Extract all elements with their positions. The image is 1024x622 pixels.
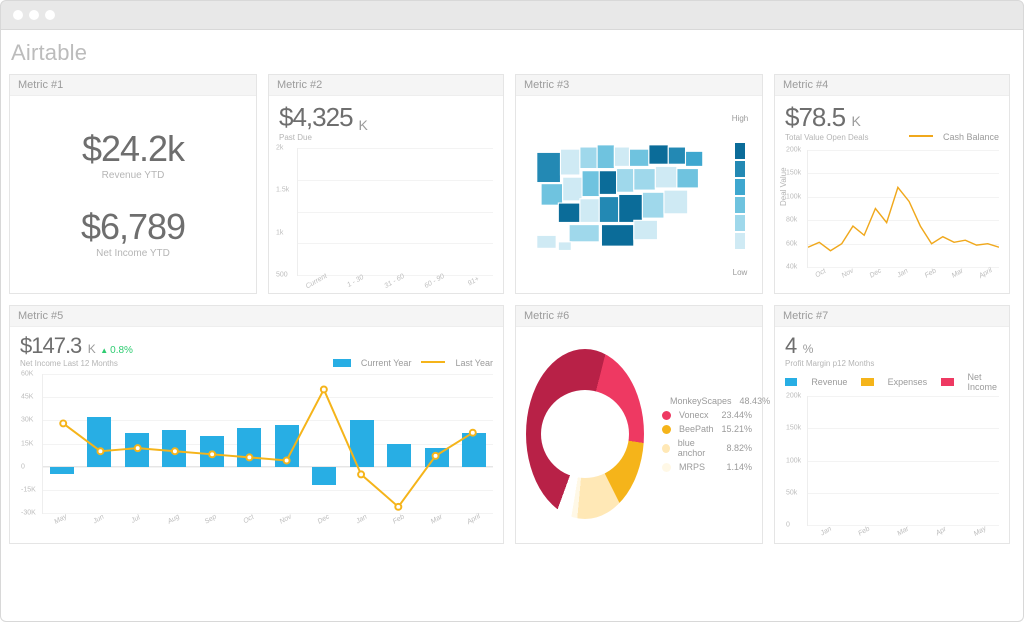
card-title: Metric #4	[775, 75, 1009, 96]
metric5-combo-chart: 60K45K30K15K0-15K-30K	[42, 374, 493, 514]
metric7-value: 4	[785, 333, 796, 358]
metric1-netincome-value: $6,789	[81, 206, 185, 248]
metric2-unit: K	[359, 117, 368, 133]
metric7-stacked-chart: 200k150k100k50k0	[807, 396, 999, 526]
traffic-light-min[interactable]	[29, 10, 39, 20]
metric5-delta: 0.8%	[100, 345, 133, 356]
card-title: Metric #7	[775, 306, 1009, 327]
card-title: Metric #2	[269, 75, 503, 96]
card-title: Metric #3	[516, 75, 762, 96]
us-map	[526, 106, 720, 285]
metric6-donut-chart	[526, 349, 644, 519]
card-metric2: Metric #2 $4,325 K Past Due 2k1.5k1k500 …	[268, 74, 504, 294]
metric5-sub: Net Income Last 12 Months	[20, 359, 133, 368]
card-metric3: Metric #3 High Low	[515, 74, 763, 294]
metric4-sub: Total Value Open Deals	[785, 133, 868, 142]
card-metric7: Metric #7 4 % Profit Margin p12 Months R…	[774, 305, 1010, 544]
window-chrome	[0, 0, 1024, 30]
metric1-revenue-label: Revenue YTD	[82, 170, 184, 181]
metric4-unit: K	[852, 113, 861, 129]
map-color-scale: High Low	[728, 106, 752, 285]
metric2-bar-chart: 2k1.5k1k500	[297, 148, 493, 276]
card-metric4: Metric #4 $78.5 K Total Value Open Deals…	[774, 74, 1010, 294]
card-metric6: Metric #6 MonkeyScapes48.43%Vonecx23.44%…	[515, 305, 763, 544]
metric7-sub: Profit Margin p12 Months	[785, 359, 999, 368]
metric4-value: $78.5	[785, 102, 845, 132]
card-metric1: Metric #1 $24.2k Revenue YTD $6,789 Net …	[9, 74, 257, 294]
metric2-sub: Past Due	[279, 133, 493, 142]
card-title: Metric #5	[10, 306, 503, 327]
card-title: Metric #6	[516, 306, 762, 327]
metric5-value: $147.3	[20, 333, 81, 358]
traffic-light-max[interactable]	[45, 10, 55, 20]
app-brand: Airtable	[9, 34, 1015, 74]
metric1-netincome-label: Net Income YTD	[81, 248, 185, 259]
card-metric5: Metric #5 $147.3 K 0.8% Net Income Last …	[9, 305, 504, 544]
traffic-light-close[interactable]	[13, 10, 23, 20]
card-title: Metric #1	[10, 75, 256, 96]
metric1-revenue-value: $24.2k	[82, 128, 184, 170]
metric6-legend: MonkeyScapes48.43%Vonecx23.44%BeePath15.…	[662, 392, 752, 476]
metric2-value: $4,325	[279, 102, 353, 133]
metric4-line-chart: 200k150k100k80k60k40k	[807, 150, 999, 268]
